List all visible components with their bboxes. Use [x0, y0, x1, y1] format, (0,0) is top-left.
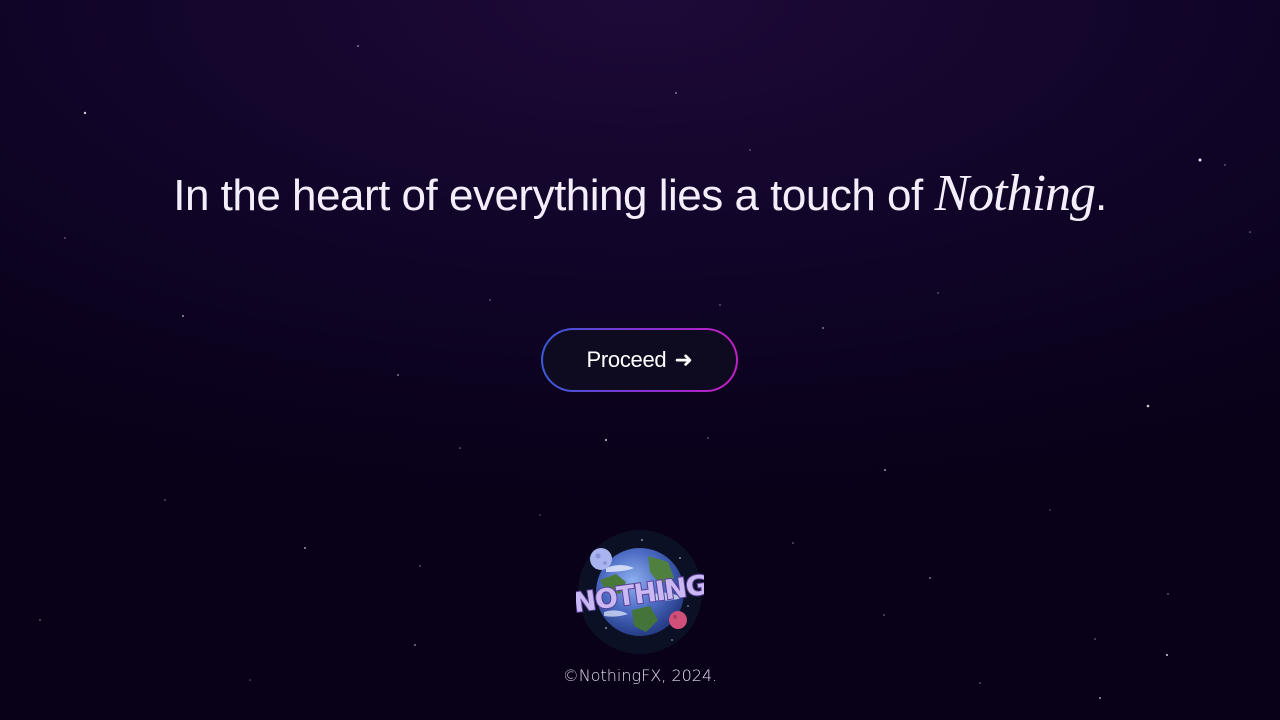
hero-headline: In the heart of everything lies a touch …: [0, 164, 1280, 226]
headline-prefix: In the heart of everything lies a touch …: [173, 171, 935, 220]
footer-copyright: ©NothingFX, 2024.: [562, 666, 718, 685]
proceed-button[interactable]: Proceed ➜: [541, 328, 738, 392]
arrow-right-icon: ➜: [674, 347, 693, 373]
headline-suffix: .: [1095, 171, 1107, 220]
proceed-button-label: Proceed: [586, 347, 667, 372]
headline-accent: Nothing: [934, 165, 1096, 222]
planet-logo-icon: NOTHING: [576, 530, 704, 654]
